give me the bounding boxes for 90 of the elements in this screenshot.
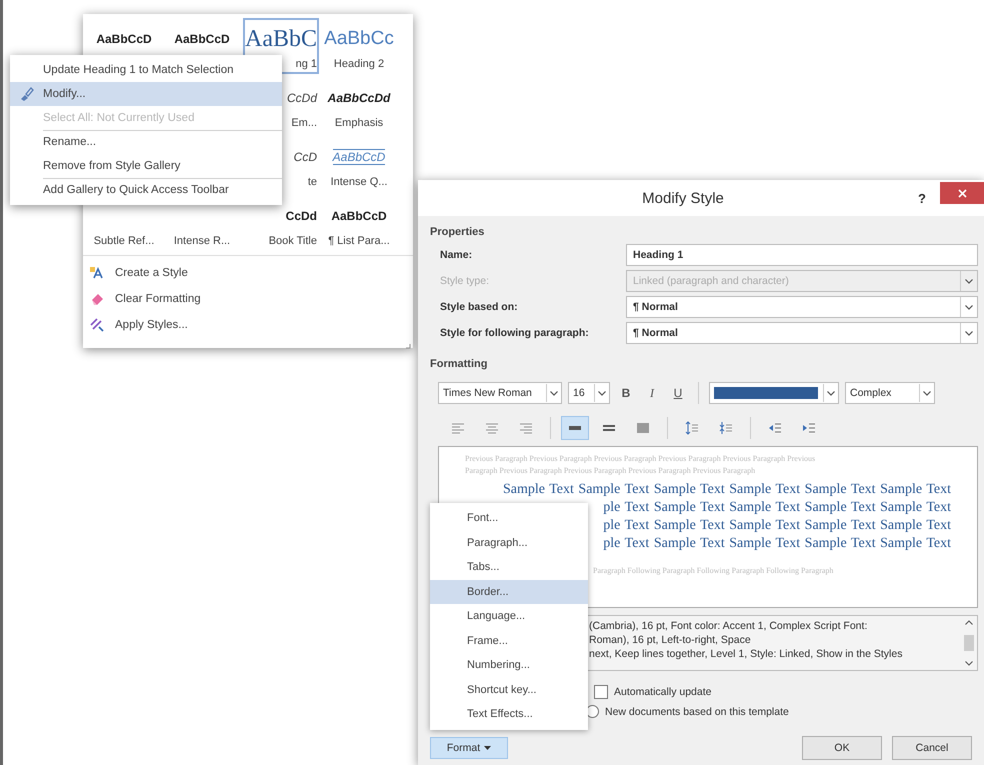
field-label: Name: [439,249,474,261]
section-heading: Formatting [430,357,488,372]
menu-item[interactable]: Border... [430,580,588,604]
style-name: Subtle Ref... [94,235,154,247]
sample-text: Sample Text Sample Text Sample Text Sample Text Sample Text Sample Text [502,481,951,499]
description-text: next, Keep lines together, Level 1, Style: Linked, Show in the Styles [589,647,904,661]
single-spacing-button[interactable] [561,416,589,440]
style-sample: CcDd [286,91,317,105]
style-name: Intense R... [174,235,230,247]
style-sample: AaBbC [245,26,317,52]
space-before-icon [684,420,700,436]
chevron-down-icon [965,278,973,284]
style-name: te [308,176,317,188]
style-name: Intense Q... [330,176,388,188]
style-sample: AaBbCcD [331,209,387,223]
gallery-command[interactable]: Apply Styles... [83,312,413,338]
chevron-down-icon [598,390,606,396]
space-after-icon [718,420,734,436]
description-text: Roman), 16 pt, Left-to-right, Space [589,633,752,647]
style-name: Heading 2 [334,58,384,70]
style-sample: CcD [294,150,317,164]
style-letters-icon [89,265,105,281]
menu-item[interactable]: Remove from Style Gallery [10,154,282,178]
menu-item[interactable]: Tabs... [430,555,588,580]
chevron-down-icon [965,304,973,310]
preview-text: Paragraph Following Paragraph Following Paragraph Following Paragraph [593,565,834,577]
dropdown[interactable]: ¶ Normal [626,322,978,344]
style-sample: AaBbCcD [332,149,386,165]
field-label: Style based on: [439,301,519,313]
dropdown[interactable]: ¶ Normal [626,296,978,318]
caret-icon [484,746,492,750]
style-name: ng 1 [296,58,317,70]
style-sample: AaBbCc [324,28,394,50]
chevron-down-icon [827,390,835,396]
double-spacing-icon [635,420,651,436]
field-label: Style type: [439,275,490,287]
style-sample: AaBbCcDd [328,91,390,105]
description-text: (Cambria), 16 pt, Font color: Accent 1, Complex Script Font: [589,619,868,633]
eraser-icon [89,291,105,307]
menu-item[interactable]: Font... [430,506,588,530]
chevron-up-icon [965,620,973,625]
menu-item[interactable]: Modify... [10,82,282,106]
italic-button[interactable]: I [642,383,662,403]
style-tile[interactable]: AaBbCcD Intense Q... [321,136,397,192]
chevron-down-icon [965,330,973,336]
format-button[interactable]: Format [430,737,508,759]
style-tile[interactable]: AaBbCc Heading 2 [321,18,397,74]
chevron-down-icon [965,661,973,666]
style-sample: CcDd [286,209,317,223]
menu-item[interactable]: Paragraph... [430,530,588,555]
sample-text: ple Text Sample Text Sample Text Sample Text Sample Text [603,499,951,517]
checkbox-label: Automatically update [614,686,712,698]
style-tile[interactable]: AaBbCcD ¶ List Para... [321,195,397,251]
gallery-command[interactable]: Clear Formatting [83,286,413,312]
sample-text: ple Text Sample Text Sample Text Sample Text Sample Text [603,517,951,535]
chevron-down-icon [550,390,558,396]
menu-item[interactable]: Numbering... [430,653,588,678]
radio-label: New documents based on this template [605,706,789,718]
size-dropdown[interactable]: 16 [568,382,610,404]
preview-text: Previous Paragraph Previous Paragraph Previous Paragraph Previous Paragraph Previous Paragraph Previous [465,453,816,465]
font-color-dropdown[interactable] [709,382,839,404]
dialog-button[interactable]: Cancel [892,736,972,760]
dialog-button[interactable]: OK [802,736,882,760]
script-dropdown[interactable]: Complex [845,382,935,404]
section-heading: Properties [430,225,486,240]
preview-text: Paragraph Previous Paragraph Previous Paragraph Previous Paragraph Previous Paragraph [465,465,756,477]
menu-item[interactable]: Frame... [430,628,588,653]
close-icon [958,188,966,198]
underline-button[interactable]: U [668,383,688,403]
style-tile[interactable]: AaBbCcDd Emphasis [321,77,397,133]
window-title: Modify Style [641,190,725,206]
resize-grip-icon [405,343,411,349]
styles-icon [89,317,105,333]
menu-item[interactable]: Shortcut key... [430,678,588,702]
menu-item[interactable]: Language... [430,604,588,628]
style-name: Book Title [268,235,317,247]
style-name: Em... [291,117,317,129]
menu-item[interactable]: Text Effects... [430,702,588,726]
input-field[interactable]: Heading 1 [626,244,978,266]
style-name: ¶ List Para... [328,235,390,247]
gallery-command[interactable]: Create a Style [83,260,413,286]
bold-button[interactable]: B [616,383,636,403]
checkbox[interactable] [594,685,608,699]
font-dropdown[interactable]: Times New Roman [438,382,562,404]
help-button[interactable]: ? [918,190,926,206]
sample-text: ple Text Sample Text Sample Text Sample Text Sample Text [603,535,951,553]
chevron-down-icon [923,390,931,396]
field-label: Style for following paragraph: [439,327,590,339]
close-button[interactable] [940,182,984,204]
style-name: Emphasis [334,117,384,129]
